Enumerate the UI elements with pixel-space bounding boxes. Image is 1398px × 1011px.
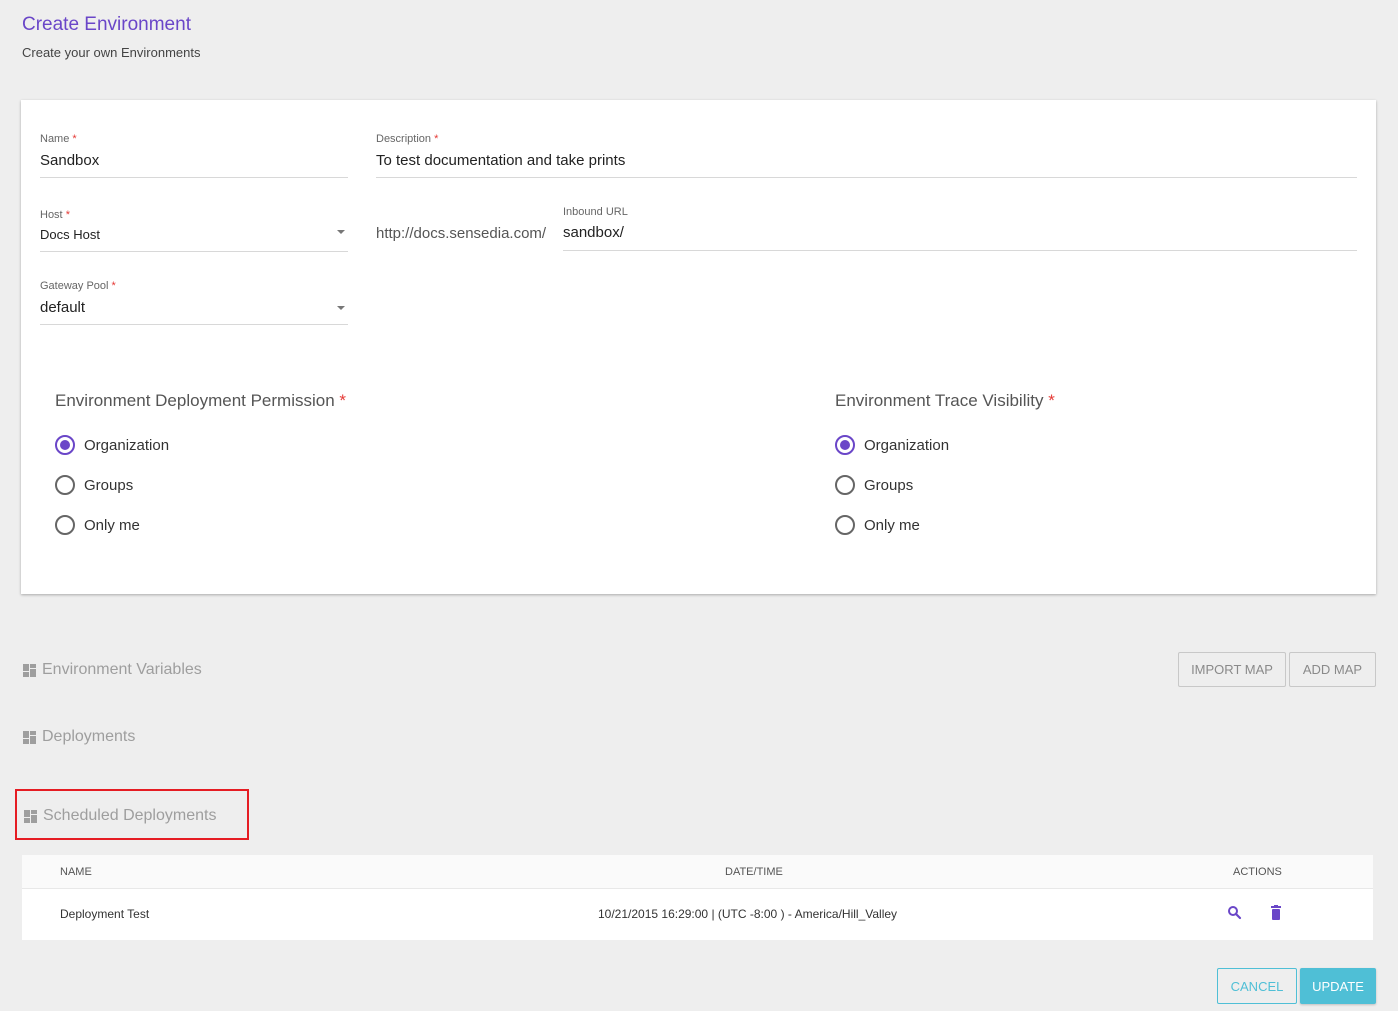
environment-form-card: Name * Sandbox Description * To test doc… — [21, 100, 1376, 594]
environment-variables-heading[interactable]: Environment Variables — [23, 661, 202, 679]
table-header: NAME DATE/TIME ACTIONS — [22, 855, 1373, 889]
gateway-pool-underline — [40, 324, 348, 325]
radio-unchecked-icon[interactable] — [835, 515, 855, 535]
name-underline — [40, 177, 348, 178]
radio-label: Groups — [84, 476, 134, 494]
deployment-permission-title: Environment Deployment Permission * — [55, 391, 346, 411]
deployment-permission-option-groups[interactable]: Groups — [55, 472, 169, 498]
radio-unchecked-icon[interactable] — [835, 475, 855, 495]
cancel-button[interactable]: CANCEL — [1217, 968, 1297, 1004]
dashboard-icon — [24, 809, 37, 823]
dashboard-icon — [23, 663, 36, 677]
deployment-permission-option-organization[interactable]: Organization — [55, 432, 169, 458]
scheduled-deployments-table: NAME DATE/TIME ACTIONS Deployment Test 1… — [22, 855, 1373, 940]
host-underline — [40, 251, 348, 252]
radio-unchecked-icon[interactable] — [55, 475, 75, 495]
name-label: Name * — [40, 133, 77, 145]
description-label: Description * — [376, 133, 438, 145]
column-header-datetime: DATE/TIME — [725, 866, 783, 878]
environment-variables-label: Environment Variables — [42, 661, 202, 678]
required-marker: * — [72, 133, 77, 145]
description-label-text: Description — [376, 133, 432, 145]
deployments-label: Deployments — [42, 728, 136, 745]
name-label-text: Name — [40, 133, 70, 145]
host-label: Host * — [40, 209, 70, 221]
host-select-value: Docs Host — [40, 227, 100, 242]
deployments-heading[interactable]: Deployments — [23, 728, 135, 746]
gateway-pool-label: Gateway Pool * — [40, 280, 116, 292]
page-subtitle: Create your own Environments — [22, 45, 201, 60]
gateway-pool-select-value: default — [40, 299, 86, 316]
table-row: Deployment Test 10/21/2015 16:29:00 | (U… — [22, 889, 1373, 940]
chevron-down-icon — [337, 230, 345, 234]
required-marker: * — [434, 133, 439, 145]
description-input[interactable]: To test documentation and take prints — [376, 152, 1356, 176]
inbound-url-label: Inbound URL — [563, 206, 628, 218]
deployment-permission-option-only-me[interactable]: Only me — [55, 512, 169, 538]
dashboard-icon — [23, 730, 36, 744]
trace-visibility-option-only-me[interactable]: Only me — [835, 512, 949, 538]
scheduled-deployments-heading[interactable]: Scheduled Deployments — [24, 807, 216, 825]
row-name: Deployment Test — [60, 907, 150, 921]
trash-icon[interactable] — [1269, 905, 1283, 921]
add-map-button[interactable]: ADD MAP — [1289, 652, 1376, 687]
radio-checked-icon[interactable] — [55, 435, 75, 455]
deployment-permission-title-text: Environment Deployment Permission — [55, 391, 335, 410]
required-marker: * — [111, 280, 116, 292]
name-input[interactable]: Sandbox — [40, 152, 348, 176]
page-title: Create Environment — [22, 14, 191, 35]
trace-visibility-title: Environment Trace Visibility * — [835, 391, 1055, 411]
gateway-pool-select[interactable]: default — [40, 297, 348, 323]
trace-visibility-radio-group: Organization Groups Only me — [835, 432, 949, 538]
host-label-text: Host — [40, 209, 63, 221]
column-header-actions: ACTIONS — [1233, 866, 1282, 878]
required-marker: * — [65, 209, 70, 221]
radio-unchecked-icon[interactable] — [55, 515, 75, 535]
update-button[interactable]: UPDATE — [1300, 968, 1376, 1004]
gateway-pool-label-text: Gateway Pool — [40, 280, 109, 292]
import-map-button[interactable]: IMPORT MAP — [1178, 652, 1286, 687]
required-marker: * — [339, 391, 347, 410]
radio-checked-icon[interactable] — [835, 435, 855, 455]
host-select[interactable]: Docs Host — [40, 224, 348, 250]
row-datetime: 10/21/2015 16:29:00 | (UTC -8:00 ) - Ame… — [598, 907, 898, 921]
description-underline — [376, 177, 1357, 178]
deployment-permission-radio-group: Organization Groups Only me — [55, 432, 169, 538]
trace-visibility-option-organization[interactable]: Organization — [835, 432, 949, 458]
column-header-name: NAME — [60, 866, 92, 878]
trace-visibility-option-groups[interactable]: Groups — [835, 472, 949, 498]
radio-label: Only me — [864, 516, 920, 534]
search-icon[interactable] — [1227, 905, 1243, 921]
chevron-down-icon — [337, 306, 345, 310]
required-marker: * — [1048, 391, 1055, 410]
radio-label: Organization — [864, 436, 950, 454]
inbound-url-input[interactable]: sandbox/ — [563, 224, 1357, 248]
host-url-prefix: http://docs.sensedia.com/ — [376, 225, 547, 242]
radio-label: Organization — [84, 436, 170, 454]
scheduled-deployments-label: Scheduled Deployments — [43, 807, 217, 824]
inbound-url-underline — [563, 250, 1357, 251]
radio-label: Only me — [84, 516, 140, 534]
radio-label: Groups — [864, 476, 914, 494]
trace-visibility-title-text: Environment Trace Visibility — [835, 391, 1044, 410]
